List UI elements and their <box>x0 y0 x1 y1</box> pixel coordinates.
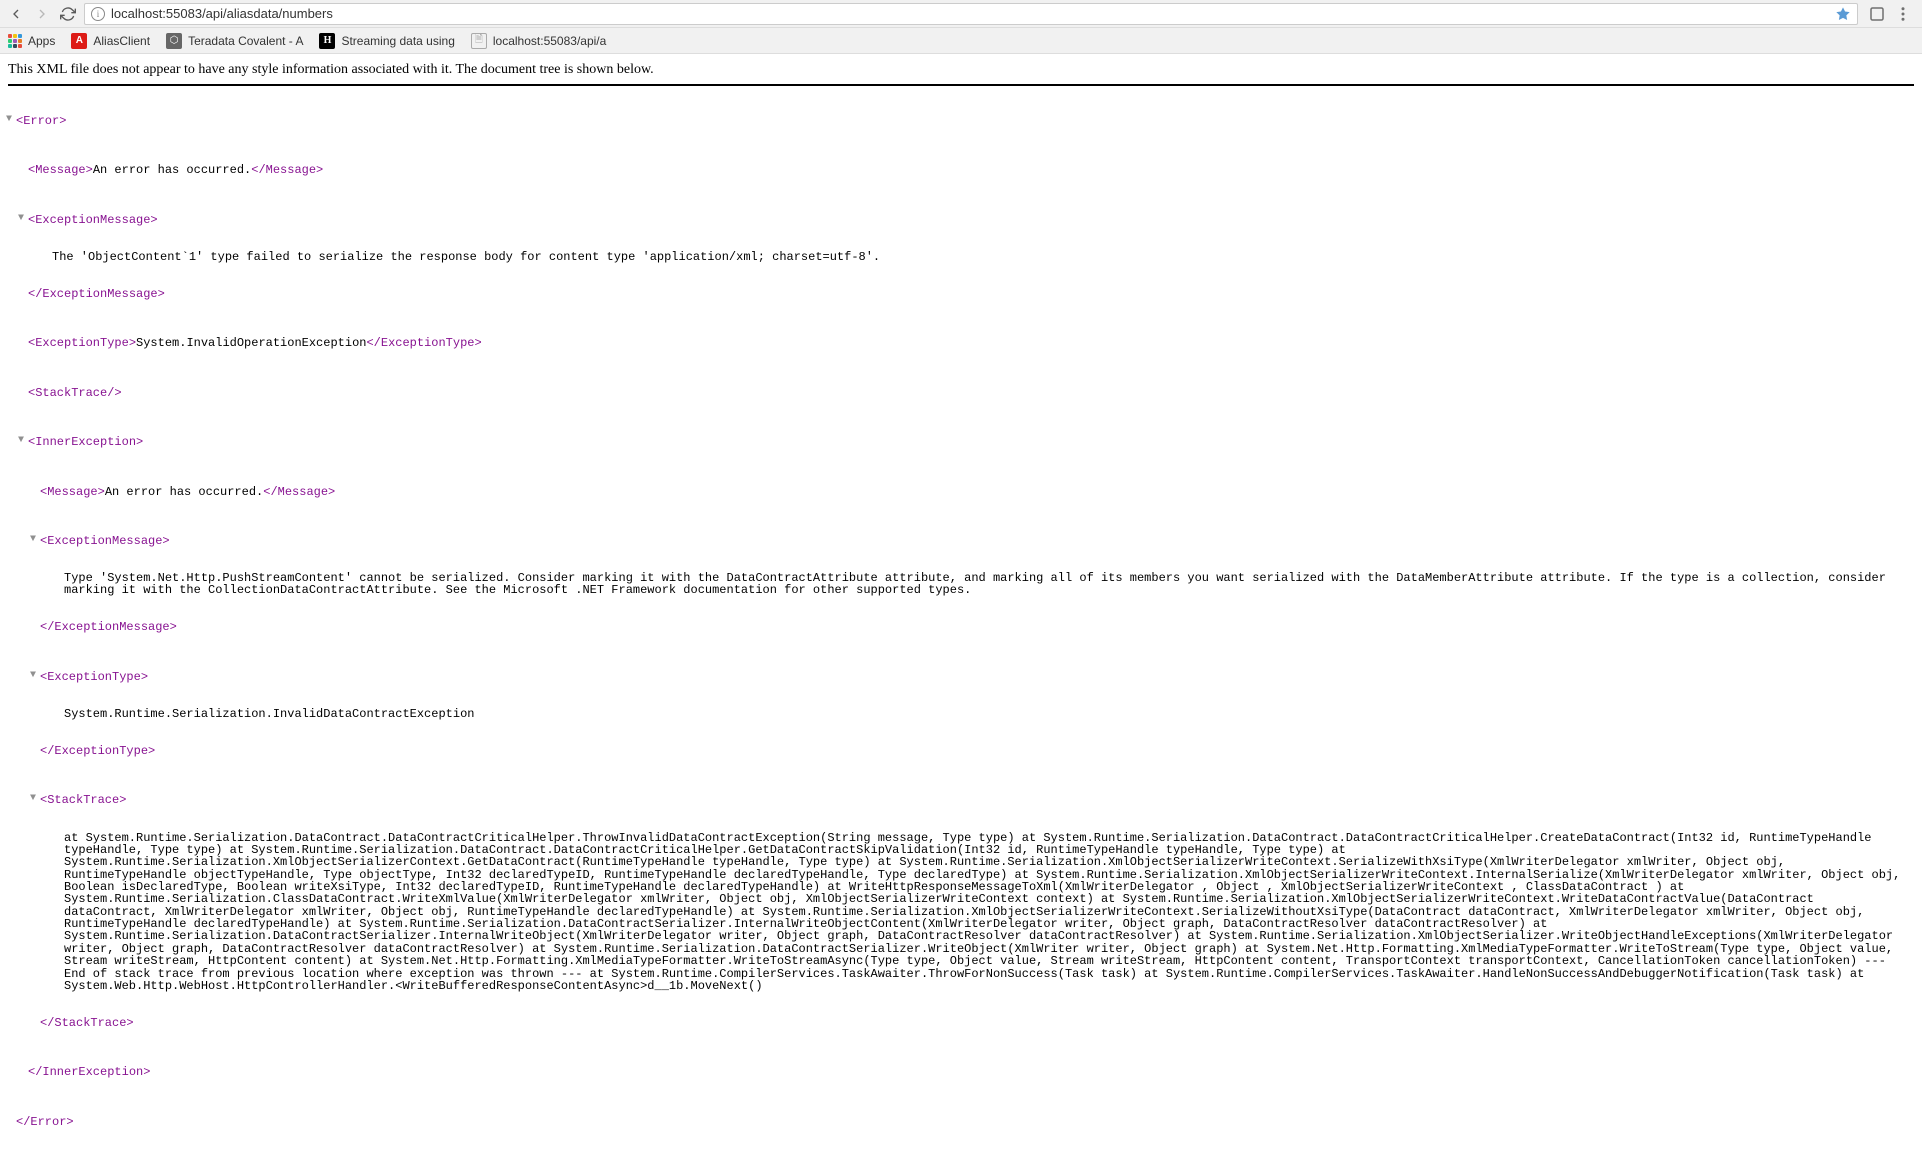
bookmark-star-icon[interactable] <box>1835 6 1851 22</box>
xml-tag: </ExceptionType> <box>40 745 155 757</box>
apps-button[interactable]: Apps <box>8 34 55 48</box>
collapser-icon[interactable]: ▼ <box>30 535 40 545</box>
extension-icons <box>1864 5 1916 23</box>
xml-text: at System.Runtime.Serialization.DataCont… <box>8 832 1914 993</box>
xml-tag: <ExceptionMessage> <box>40 535 170 547</box>
xml-tag: <Message> <box>40 486 105 498</box>
page-content: This XML file does not appear to have an… <box>0 54 1922 1161</box>
xml-tag: <ExceptionType> <box>28 337 136 349</box>
xml-text: Type 'System.Net.Http.PushStreamContent'… <box>8 572 1914 597</box>
url-bar[interactable]: i localhost:55083/api/aliasdata/numbers <box>84 3 1858 25</box>
bookmark-label: localhost:55083/api/a <box>493 34 606 48</box>
xml-tag: <InnerException> <box>28 436 143 448</box>
apps-grid-icon <box>8 34 22 48</box>
xml-text: The 'ObjectContent`1' type failed to ser… <box>8 251 1914 263</box>
bookmark-label: AliasClient <box>93 34 150 48</box>
xml-notice: This XML file does not appear to have an… <box>8 62 1914 86</box>
xml-tag: </InnerException> <box>28 1066 150 1078</box>
collapser-icon[interactable]: ▼ <box>30 794 40 804</box>
xml-tag: </Message> <box>263 486 335 498</box>
xml-tag: </Error> <box>16 1116 74 1128</box>
forward-button[interactable] <box>32 4 52 24</box>
bookmark-localhost[interactable]: 🗎 localhost:55083/api/a <box>471 33 606 49</box>
collapser-icon[interactable]: ▼ <box>18 436 28 446</box>
xml-text: System.Runtime.Serialization.InvalidData… <box>8 708 1914 720</box>
collapser-icon[interactable]: ▼ <box>6 115 16 125</box>
xml-tag: <ExceptionType> <box>40 671 148 683</box>
bookmark-aliasclient[interactable]: A AliasClient <box>71 33 150 49</box>
bookmark-label: Teradata Covalent - A <box>188 34 303 48</box>
xml-tag: </ExceptionType> <box>366 337 481 349</box>
xml-text: System.InvalidOperationException <box>136 337 366 349</box>
xml-tag: <ExceptionMessage> <box>28 214 158 226</box>
xml-tree: ▼<Error> <Message>An error has occurred.… <box>8 90 1914 1153</box>
bookmark-streaming[interactable]: H Streaming data using <box>319 33 454 49</box>
xml-tag: <StackTrace> <box>40 794 126 806</box>
site-info-icon[interactable]: i <box>91 7 105 21</box>
xml-tag: </ExceptionMessage> <box>28 288 165 300</box>
xml-tag: <Message> <box>28 164 93 176</box>
xml-tag: </ExceptionMessage> <box>40 621 177 633</box>
extension-icon[interactable] <box>1868 5 1886 23</box>
browser-toolbar: i localhost:55083/api/aliasdata/numbers <box>0 0 1922 28</box>
xml-tag: <StackTrace/> <box>28 387 122 399</box>
apps-label: Apps <box>28 34 55 48</box>
xml-tag: </Message> <box>251 164 323 176</box>
bookmark-teradata[interactable]: ⬡ Teradata Covalent - A <box>166 33 303 49</box>
angular-icon: A <box>71 33 87 49</box>
bookmark-label: Streaming data using <box>341 34 454 48</box>
xml-tag: <Error> <box>16 115 66 127</box>
hackernoon-icon: H <box>319 33 335 49</box>
back-button[interactable] <box>6 4 26 24</box>
menu-icon[interactable] <box>1894 5 1912 23</box>
bookmarks-bar: Apps A AliasClient ⬡ Teradata Covalent -… <box>0 28 1922 54</box>
reload-button[interactable] <box>58 4 78 24</box>
url-text: localhost:55083/api/aliasdata/numbers <box>111 6 1829 21</box>
xml-text: An error has occurred. <box>105 486 263 498</box>
xml-tag: </StackTrace> <box>40 1017 134 1029</box>
covalent-icon: ⬡ <box>166 33 182 49</box>
collapser-icon[interactable]: ▼ <box>30 671 40 681</box>
collapser-icon[interactable]: ▼ <box>18 214 28 224</box>
document-icon: 🗎 <box>471 33 487 49</box>
xml-text: An error has occurred. <box>93 164 251 176</box>
